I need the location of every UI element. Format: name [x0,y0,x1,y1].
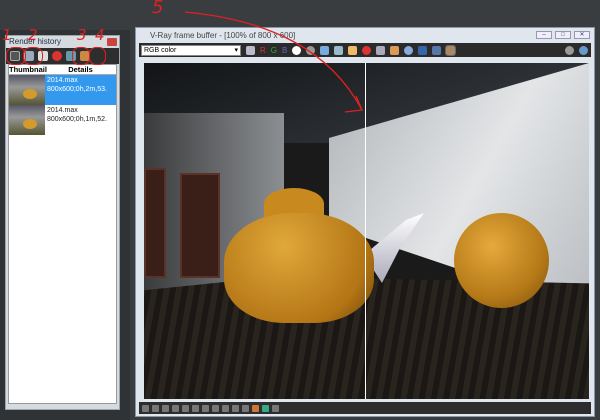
annotation-arrow [184,11,363,113]
